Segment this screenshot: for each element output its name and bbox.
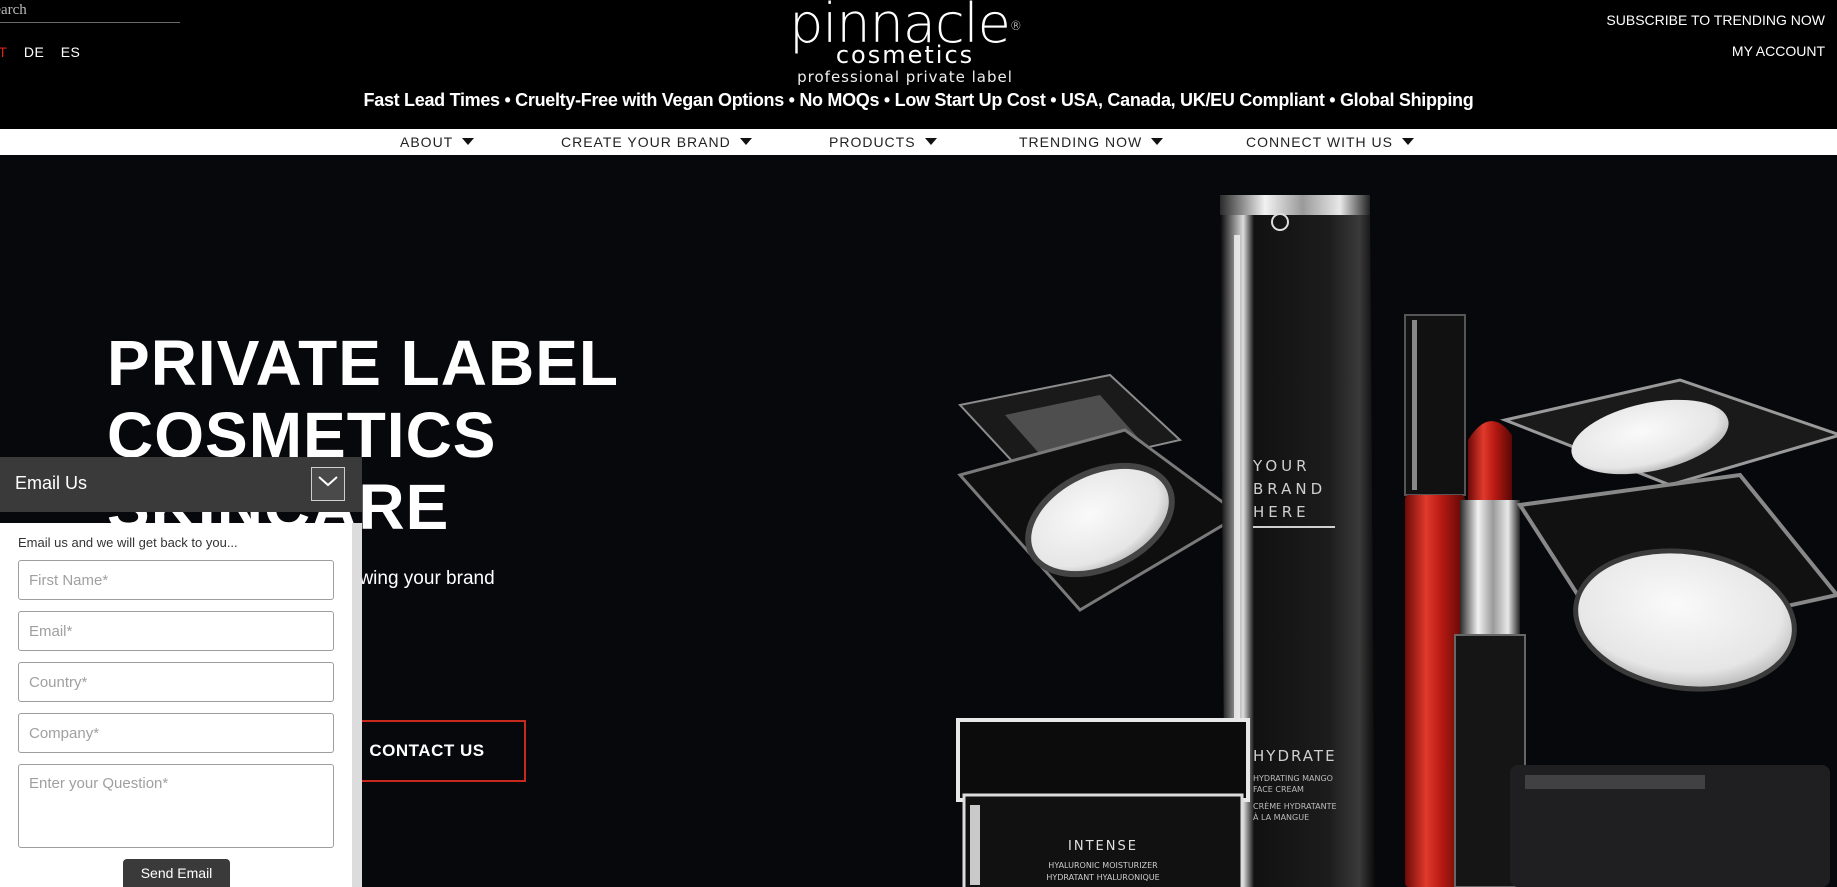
search-box[interactable] <box>0 0 180 23</box>
hero-title-line-1: PRIVATE LABEL <box>107 327 619 399</box>
email-us-widget: Email Us Email us and we will get back t… <box>0 457 362 887</box>
tube-product-name: HYDRATE <box>1253 747 1337 765</box>
tube-desc-3: CRÈME HYDRATANTE <box>1253 800 1337 811</box>
country-field[interactable] <box>18 662 334 702</box>
subscribe-link[interactable]: SUBSCRIBE TO TRENDING NOW <box>1606 12 1825 28</box>
logo-tagline: professional private label <box>797 68 1013 86</box>
logo-registered-mark: ® <box>1009 19 1022 33</box>
caret-down-icon <box>462 137 475 145</box>
email-field[interactable] <box>18 611 334 651</box>
tube-brand-line-1: YOUR <box>1252 457 1311 475</box>
caret-down-icon <box>1401 137 1414 145</box>
lang-it[interactable]: IT <box>0 44 7 60</box>
nav-connect-with-us-label: Connect With Us <box>1246 134 1393 150</box>
email-form-note: Email us and we will get back to you... <box>18 535 238 550</box>
compact-right <box>1499 378 1837 887</box>
language-switcher: IT DE ES <box>0 44 92 60</box>
jar-product-name: INTENSE <box>1068 839 1138 854</box>
tube-desc-4: À LA MANGUE <box>1253 811 1309 822</box>
company-field[interactable] <box>18 713 334 753</box>
main-nav: About Create Your Brand Products Trendin… <box>0 129 1837 155</box>
caret-down-icon <box>1151 137 1164 145</box>
search-input[interactable] <box>0 0 180 20</box>
cosmetics-product-image: YOUR BRAND HERE HYDRATE HYDRATING MANGO … <box>956 195 1837 887</box>
tube-desc-1: HYDRATING MANGO <box>1253 774 1333 783</box>
email-widget-title: Email Us <box>15 473 88 493</box>
jar-desc-2: HYDRATANT HYALURONIQUE <box>1046 873 1159 882</box>
tube-brand-line-2: BRAND <box>1253 480 1326 498</box>
intense-jar: INTENSE HYALURONIC MOISTURIZER HYDRATANT… <box>956 718 1250 887</box>
nav-about[interactable]: About <box>400 129 475 155</box>
features-tagline: Fast Lead Times • Cruelty-Free with Vega… <box>363 90 1474 110</box>
jar-desc-1: HYALURONIC MOISTURIZER <box>1048 861 1158 870</box>
site-logo[interactable]: pinnacle® cosmetics professional private… <box>780 0 1030 86</box>
nav-connect-with-us[interactable]: Connect With Us <box>1246 129 1414 155</box>
lang-es[interactable]: ES <box>61 44 81 60</box>
lang-de[interactable]: DE <box>24 44 44 60</box>
caret-down-icon <box>924 137 937 145</box>
nav-products[interactable]: Products <box>829 129 937 155</box>
nav-trending-now[interactable]: Trending Now <box>1019 129 1164 155</box>
question-field[interactable] <box>18 764 334 848</box>
collapse-widget-button[interactable] <box>311 467 345 501</box>
nav-create-your-brand-label: Create Your Brand <box>561 134 731 150</box>
nav-trending-now-label: Trending Now <box>1019 134 1143 150</box>
email-widget-header[interactable]: Email Us <box>0 457 362 512</box>
my-account-link[interactable]: MY ACCOUNT <box>1606 43 1825 59</box>
chevron-down-icon <box>318 476 338 487</box>
tube-desc-2: FACE CREAM <box>1253 785 1304 794</box>
send-email-button[interactable]: Send Email <box>123 859 230 887</box>
nav-about-label: About <box>400 134 454 150</box>
nav-create-your-brand[interactable]: Create Your Brand <box>561 129 752 155</box>
caret-down-icon <box>739 137 752 145</box>
header-top-links: SUBSCRIBE TO TRENDING NOW MY ACCOUNT <box>1606 12 1825 59</box>
nav-products-label: Products <box>829 134 916 150</box>
first-name-field[interactable] <box>18 560 334 600</box>
site-header: IT DE ES pinnacle® cosmetics professiona… <box>0 0 1837 129</box>
tube-brand-line-3: HERE <box>1253 503 1310 521</box>
compact-left <box>957 373 1243 612</box>
email-form: Email us and we will get back to you... … <box>0 523 362 887</box>
